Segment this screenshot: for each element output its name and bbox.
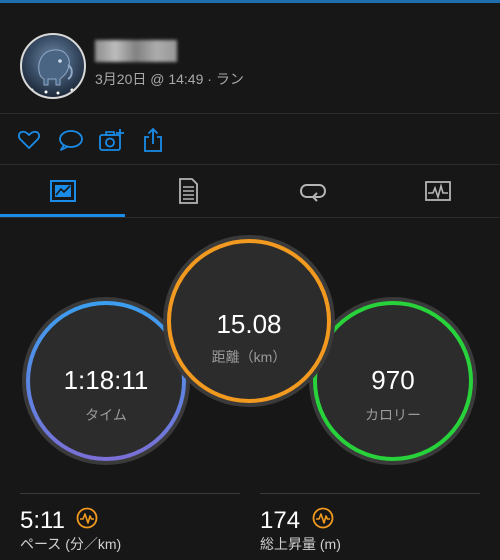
- activity-meta: 3月20日 @ 14:49 · ラン: [95, 71, 244, 87]
- time-value: 1:18:11: [63, 365, 149, 395]
- tab-laps[interactable]: [250, 166, 375, 216]
- add-photo-icon: [99, 129, 124, 151]
- comment-icon: [59, 130, 83, 151]
- stat-divider: [20, 493, 240, 494]
- divider: [0, 164, 500, 165]
- elevation-value: 174: [260, 507, 301, 534]
- distance-value: 15.08: [216, 309, 282, 339]
- calories-ring[interactable]: 970 カロリー: [313, 301, 473, 461]
- activity-badge-icon: [76, 507, 98, 529]
- laps-icon: [299, 184, 326, 202]
- elevation-label: 総上昇量 (m): [260, 536, 341, 552]
- elephant-icon: [30, 49, 74, 95]
- pace-value: 5:11: [20, 507, 65, 534]
- heart-icon: [18, 130, 40, 149]
- share-icon: [144, 127, 162, 152]
- comment-button[interactable]: [56, 127, 86, 153]
- add-photo-button[interactable]: [98, 127, 126, 153]
- top-accent-line: [0, 0, 500, 3]
- tab-stats[interactable]: [125, 166, 250, 216]
- stats-list-icon: [178, 178, 198, 204]
- chart-icon: [424, 181, 451, 201]
- user-name-redacted: [95, 40, 177, 62]
- distance-ring[interactable]: 15.08 距離（km）: [167, 239, 331, 403]
- time-ring[interactable]: 1:18:11 タイム: [26, 301, 186, 461]
- pace-label: ペース (分／km): [20, 536, 122, 552]
- like-button[interactable]: [16, 127, 42, 153]
- overview-icon: [49, 180, 76, 202]
- tab-chart[interactable]: [375, 166, 500, 216]
- divider: [0, 113, 500, 114]
- time-label: タイム: [85, 407, 127, 423]
- divider: [0, 217, 500, 218]
- calories-value: 970: [371, 365, 415, 395]
- activity-badge-icon: [312, 507, 334, 529]
- calories-label: カロリー: [365, 407, 421, 423]
- stat-divider: [260, 493, 480, 494]
- distance-label: 距離（km）: [211, 349, 287, 365]
- tab-overview[interactable]: [0, 166, 125, 216]
- share-button[interactable]: [140, 127, 166, 153]
- avatar[interactable]: [20, 33, 86, 99]
